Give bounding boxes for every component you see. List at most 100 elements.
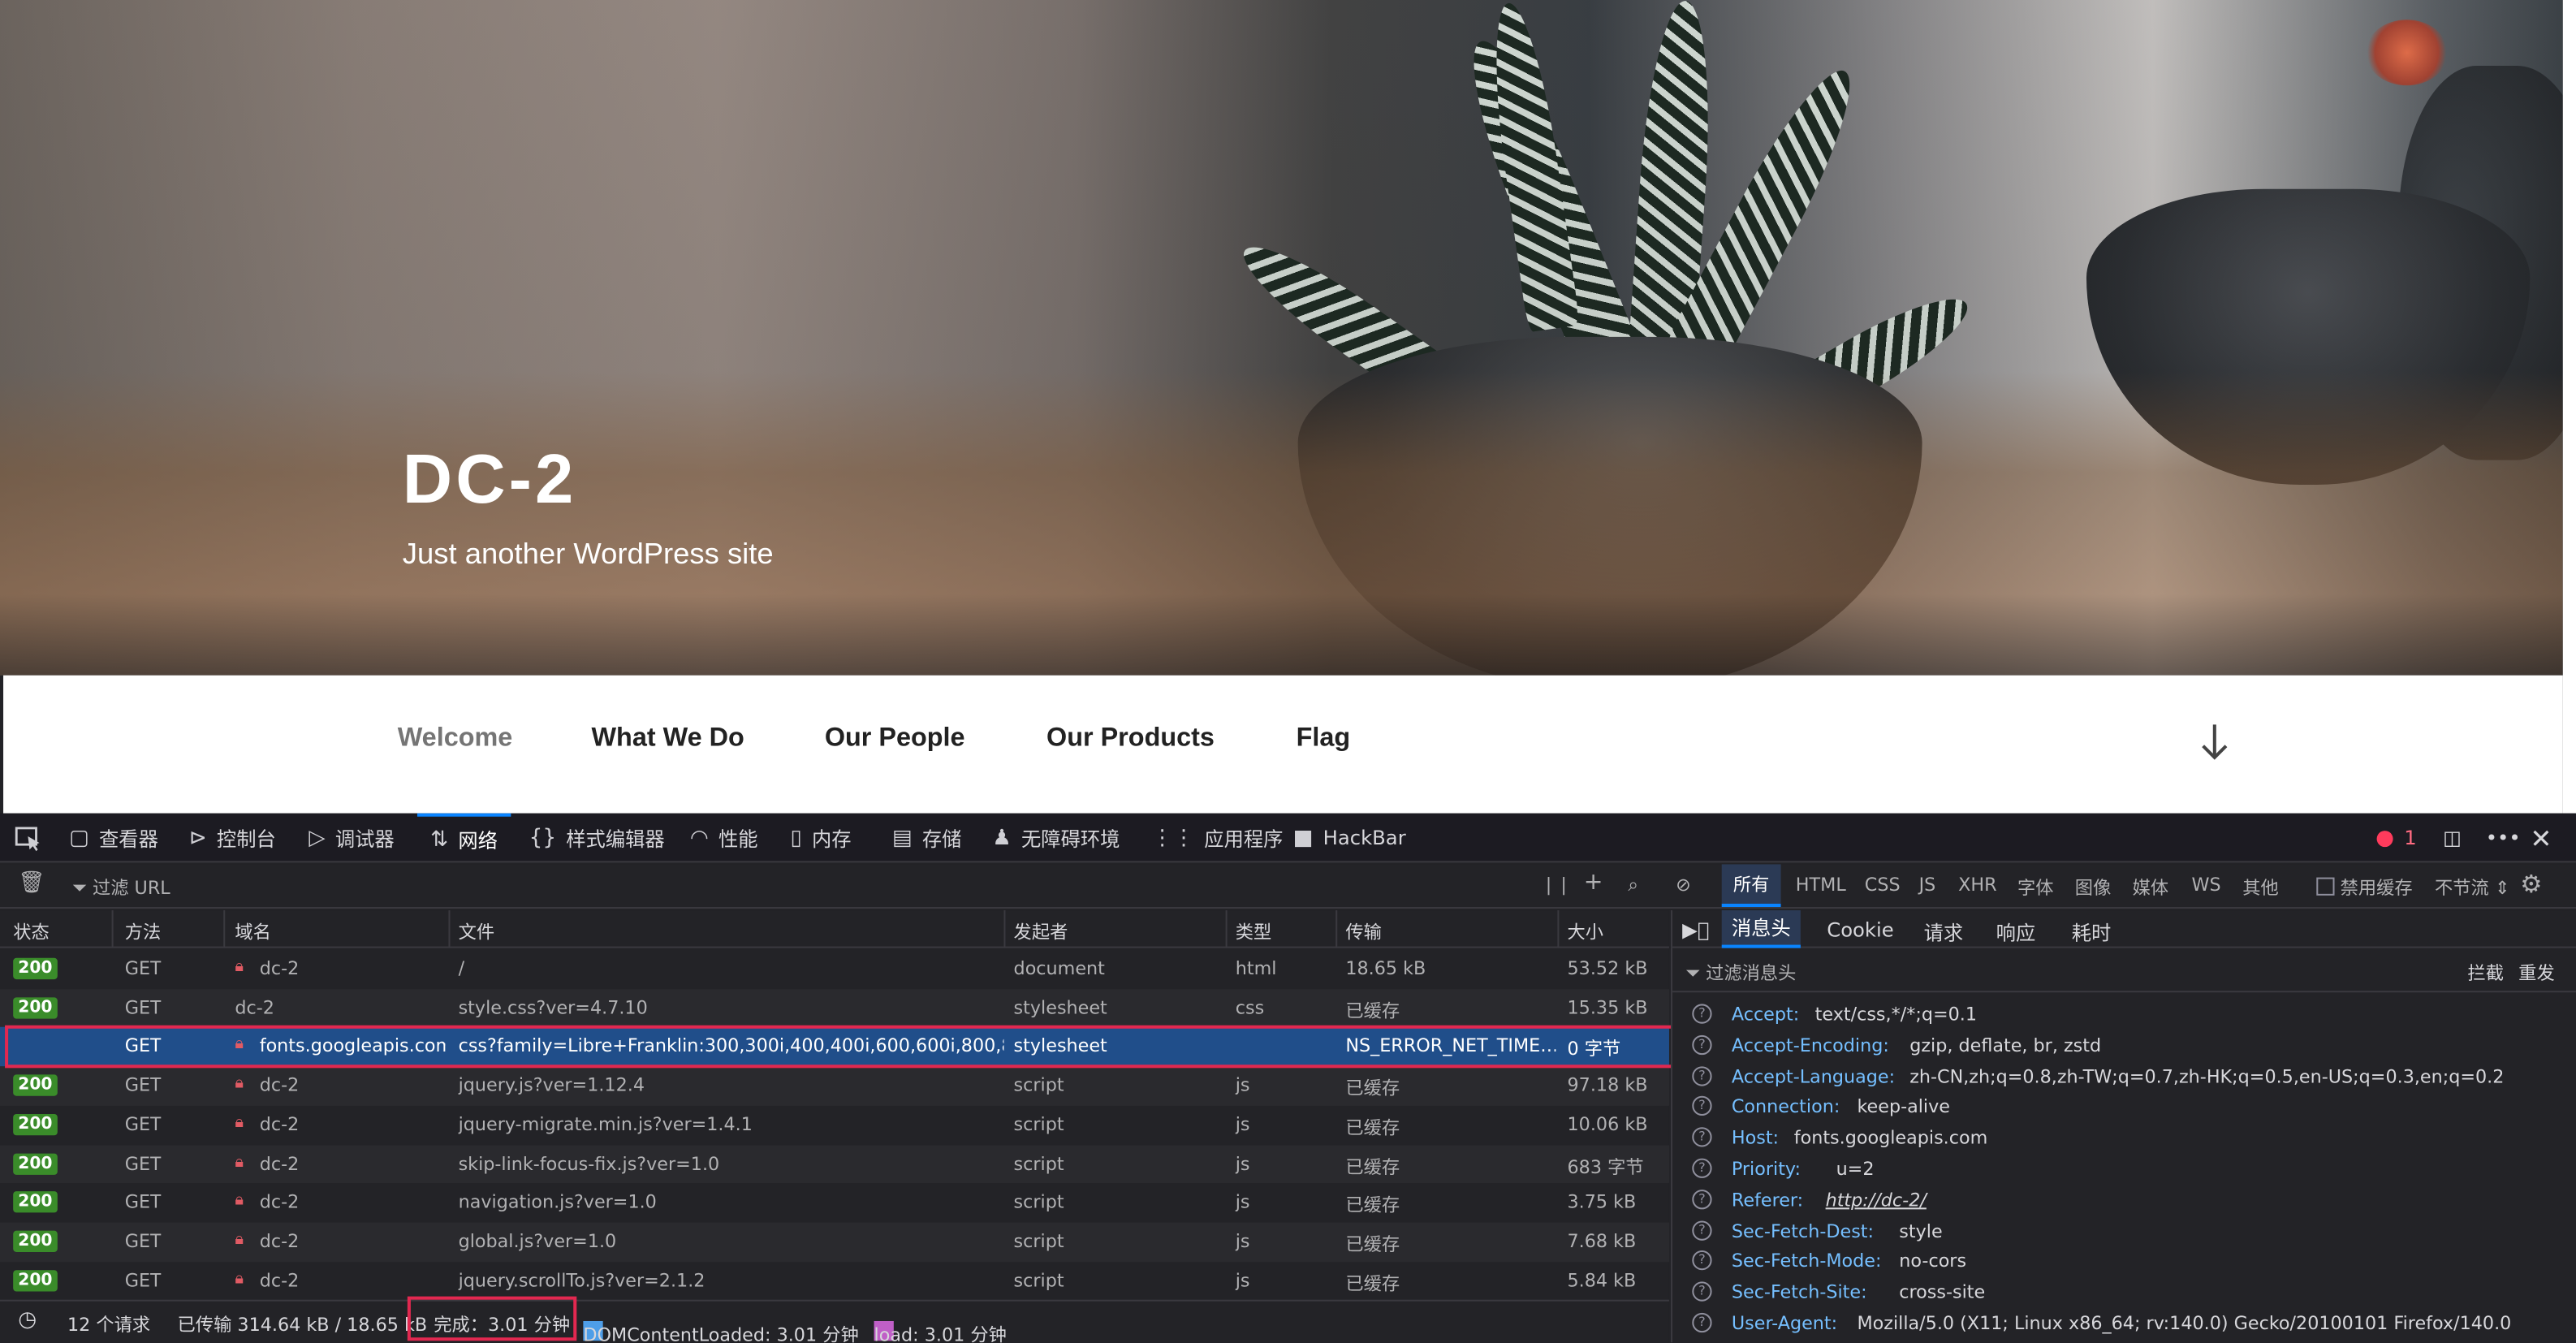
cell-status: 200 (13, 1230, 58, 1252)
resend-button[interactable]: 重发 (2518, 960, 2555, 986)
menu-item-our-products[interactable]: Our Products (1046, 724, 1215, 754)
table-row[interactable]: 200 GET dc-2 🔒︎ jquery.js?ver=1.12.4 script js… (0, 1066, 1669, 1106)
header-name: Priority: (1731, 1158, 1801, 1180)
header-line[interactable]: ? Connection: keep-alive (1672, 1091, 2576, 1122)
trash-icon[interactable]: 🗑 (18, 871, 45, 896)
more-options-icon[interactable]: ••• (2486, 814, 2521, 863)
tab-inspector[interactable]: ▢ 查看器 (69, 814, 158, 863)
table-row[interactable]: 200 GET dc-2 🔒︎ global.js?ver=1.0 script js 已缓存… (0, 1222, 1669, 1262)
menu-item-welcome[interactable]: Welcome (398, 724, 513, 754)
help-icon[interactable]: ? (1692, 1220, 1712, 1240)
error-count-badge[interactable]: ● 1 (2375, 814, 2417, 863)
help-icon[interactable]: ? (1692, 1189, 1712, 1209)
header-line[interactable]: ? Sec-Fetch-Dest: style (1672, 1216, 2576, 1246)
col-method[interactable]: 方法 (125, 918, 162, 944)
header-value[interactable]: http://dc-2/ (1826, 1190, 1927, 1211)
header-name: User-Agent: (1731, 1312, 1838, 1335)
table-row[interactable]: 200 GET dc-2 🔒︎ skip-link-focus-fix.js?ver=1… (0, 1144, 1669, 1184)
tab-cookies[interactable]: Cookie (1827, 918, 1893, 941)
help-icon[interactable]: ? (1692, 1127, 1712, 1147)
toggle-sidebar-icon[interactable]: ▶⃞ (1682, 918, 1709, 941)
pause-icon[interactable]: ❘❘ (1541, 874, 1571, 896)
filter-headers-input[interactable]: ⏷ 过滤消息头 (1685, 960, 1796, 986)
col-transfer[interactable]: 传输 (1345, 918, 1382, 944)
col-file[interactable]: 文件 (459, 918, 495, 944)
element-picker-icon[interactable] (15, 827, 41, 852)
add-icon[interactable]: + (1584, 869, 1603, 895)
header-line[interactable]: ? Accept-Language: zh-CN,zh;q=0.8,zh-TW;q=… (1672, 1060, 2576, 1091)
help-icon[interactable]: ? (1692, 1065, 1712, 1086)
table-row[interactable]: 200 GET dc-2 🔒︎ jquery.scrollTo.js?ver=2.1.2… (0, 1261, 1669, 1300)
dock-toggle-icon[interactable]: ◫ (2443, 814, 2462, 863)
accessibility-icon: ♟ (992, 825, 1012, 851)
filter-js[interactable]: JS (1919, 874, 1936, 896)
help-icon[interactable]: ? (1692, 1281, 1712, 1302)
menu-item-flag[interactable]: Flag (1297, 724, 1351, 754)
scroll-down-arrow-icon[interactable] (2198, 721, 2231, 764)
tab-accessibility[interactable]: ♟ 无障碍环境 (992, 814, 1120, 863)
col-type[interactable]: 类型 (1236, 918, 1272, 944)
cell-status: 200 (13, 1191, 58, 1213)
filter-css[interactable]: CSS (1865, 874, 1901, 896)
search-icon[interactable]: ⌕ (1628, 874, 1638, 897)
settings-gear-icon[interactable]: ⚙ (2520, 869, 2542, 898)
header-line[interactable]: ? Sec-Fetch-Mode: no-cors (1672, 1246, 2576, 1277)
tab-request[interactable]: 请求 (1924, 918, 1964, 946)
table-row[interactable]: 200 GET dc-2 🔒︎ jquery-migrate.min.js?ver=1.… (0, 1105, 1669, 1144)
filter-html[interactable]: HTML (1796, 874, 1846, 896)
tab-console[interactable]: ⊳ 控制台 (189, 814, 276, 863)
close-devtools-icon[interactable]: ✕ (2530, 814, 2552, 863)
header-line[interactable]: ? User-Agent: Mozilla/5.0 (X11; Linux x86_… (1672, 1308, 2576, 1339)
filter-media[interactable]: 媒体 (2133, 874, 2169, 900)
col-domain[interactable]: 域名 (235, 918, 271, 944)
header-line[interactable]: ? Host: fonts.googleapis.com (1672, 1122, 2576, 1153)
cell-domain: dc-2 (259, 1152, 300, 1174)
tab-debugger[interactable]: ▷ 调试器 (309, 814, 394, 863)
header-line[interactable]: ? Sec-Fetch-Site: cross-site (1672, 1277, 2576, 1308)
tab-network[interactable]: ⇅ 网络 (416, 813, 511, 863)
filter-other[interactable]: 其他 (2242, 874, 2279, 900)
tab-headers[interactable]: 消息头 (1721, 910, 1801, 948)
menu-item-what-we-do[interactable]: What We Do (591, 724, 744, 754)
page-scrollbar[interactable] (2562, 0, 2576, 814)
help-icon[interactable]: ? (1692, 1034, 1712, 1055)
help-icon[interactable]: ? (1692, 1250, 1712, 1272)
help-icon[interactable]: ? (1692, 1004, 1712, 1024)
table-row[interactable]: 200 GET dc-2 🔒︎ / document html 18.65 kB 53.52 k… (0, 950, 1669, 989)
filter-all[interactable]: 所有 (1721, 864, 1781, 908)
throttle-select[interactable]: 不节流 ⇕ (2435, 874, 2510, 900)
request-details-panel: ▶⃞ 消息头 Cookie 请求 响应 耗时 ⏷ 过滤消息头 拦截 重发 ? Ac… (1671, 910, 2576, 1343)
header-line[interactable]: ? Referer: http://dc-2/ (1672, 1185, 2576, 1216)
tab-style-editor[interactable]: {} 样式编辑器 (529, 814, 665, 863)
tab-application[interactable]: ⋮⋮ 应用程序 (1152, 814, 1284, 863)
help-icon[interactable]: ? (1692, 1096, 1712, 1116)
header-line[interactable]: ? Accept: text/css,*/*;q=0.1 (1672, 999, 2576, 1030)
block-icon[interactable]: ⊘ (1676, 874, 1691, 896)
filter-images[interactable]: 图像 (2075, 874, 2112, 900)
help-icon[interactable]: ? (1692, 1158, 1712, 1178)
tab-hackbar[interactable]: ■ HackBar (1293, 814, 1406, 863)
col-initiator[interactable]: 发起者 (1014, 918, 1068, 944)
col-size[interactable]: 大小 (1568, 918, 1604, 944)
filter-fonts[interactable]: 字体 (2017, 874, 2054, 900)
menu-item-our-people[interactable]: Our People (825, 724, 965, 754)
block-button[interactable]: 拦截 (2467, 960, 2504, 986)
site-title[interactable]: DC-2 (403, 440, 577, 519)
filter-ws[interactable]: WS (2191, 874, 2220, 896)
help-icon[interactable]: ? (1692, 1312, 1712, 1333)
filter-xhr[interactable]: XHR (1958, 874, 1996, 896)
header-line[interactable]: ? Priority: u=2 (1672, 1154, 2576, 1185)
table-row[interactable]: 200 GET dc-2 style.css?ver=4.7.10 stylesheet… (0, 988, 1669, 1028)
tab-timings[interactable]: 耗时 (2072, 918, 2112, 946)
filter-url-input[interactable]: ⏷ 过滤 URL (72, 874, 170, 900)
col-status[interactable]: 状态 (13, 918, 50, 944)
tab-storage[interactable]: ▤ 存储 (892, 814, 962, 863)
tab-response[interactable]: 响应 (1996, 918, 2036, 946)
table-row[interactable]: 200 GET dc-2 🔒︎ navigation.js?ver=1.0 script j… (0, 1183, 1669, 1222)
tab-performance[interactable]: ◠ 性能 (690, 814, 758, 863)
header-value: text/css,*/*;q=0.1 (1814, 1004, 1978, 1026)
header-line[interactable]: ? Accept-Encoding: gzip, deflate, br, zstd (1672, 1030, 2576, 1060)
disable-cache-checkbox[interactable]: 禁用缓存 (2316, 874, 2413, 900)
cell-size: 53.52 kB (1567, 957, 1648, 980)
tab-memory[interactable]: ▯ 内存 (790, 814, 851, 863)
